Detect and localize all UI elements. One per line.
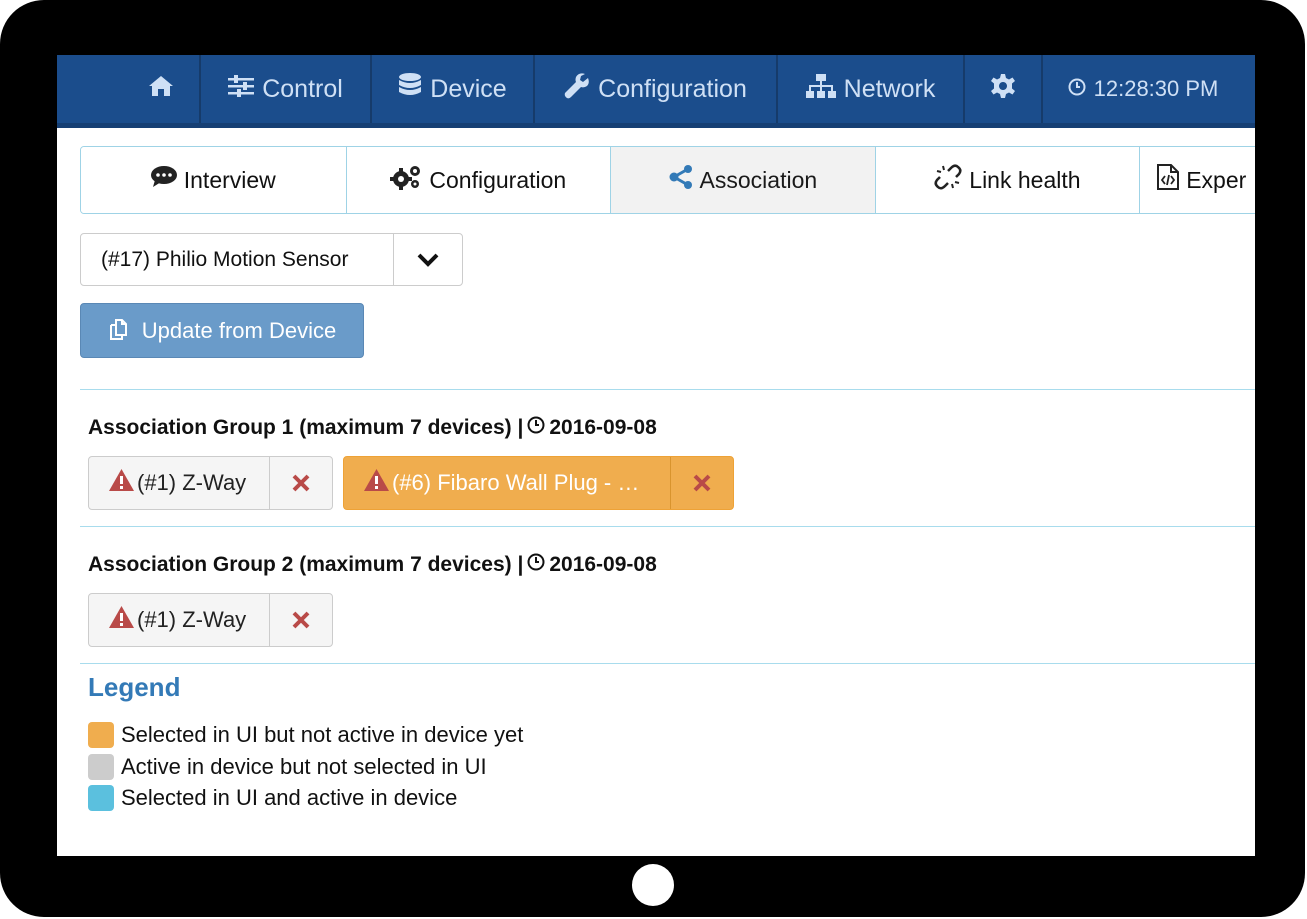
group-2-date: 2016-09-08 xyxy=(549,553,657,576)
tab-interview[interactable]: Interview xyxy=(81,147,347,213)
screen: Control Device Configuration Network 12:… xyxy=(57,55,1255,856)
chip-label-text: (#1) Z-Way xyxy=(137,607,247,632)
tablet-home-button xyxy=(632,864,674,906)
clock-icon xyxy=(527,416,545,440)
nav-device-label: Device xyxy=(430,74,507,103)
remove-icon[interactable] xyxy=(671,457,733,509)
tab-link-health-label: Link health xyxy=(969,166,1081,193)
update-from-device-button[interactable]: Update from Device xyxy=(80,303,364,358)
clock-time: 12:28:30 PM xyxy=(1093,76,1219,101)
top-navbar: Control Device Configuration Network 12:… xyxy=(57,55,1255,128)
chip-label: (#6) Fibaro Wall Plug - … xyxy=(344,457,671,509)
nav-configuration[interactable]: Configuration xyxy=(535,55,778,123)
legend-item: Selected in UI but not active in device … xyxy=(88,722,523,748)
divider xyxy=(80,663,1255,664)
tablet-frame: Control Device Configuration Network 12:… xyxy=(0,0,1305,917)
legend-swatch-blue xyxy=(88,785,114,811)
chip-label: (#1) Z-Way xyxy=(89,457,270,509)
sliders-icon xyxy=(228,74,255,104)
group-1-date: 2016-09-08 xyxy=(549,416,657,439)
device-select[interactable]: (#17) Philio Motion Sensor xyxy=(80,233,463,286)
copy-icon xyxy=(108,315,136,347)
legend-item-label: Active in device but not selected in UI xyxy=(121,754,487,779)
remove-icon[interactable] xyxy=(270,594,332,646)
chip-label-text: (#1) Z-Way xyxy=(137,470,247,495)
gear-icon xyxy=(991,73,1015,105)
navbar-stripe xyxy=(57,123,1255,128)
nav-home[interactable] xyxy=(123,55,201,123)
association-chip[interactable]: (#1) Z-Way xyxy=(88,593,333,647)
association-chip[interactable]: (#6) Fibaro Wall Plug - … xyxy=(343,456,734,510)
device-tabs: Interview Configuration Association Link… xyxy=(80,146,1255,214)
tab-configuration[interactable]: Configuration xyxy=(346,147,612,213)
legend-item-label: Selected in UI but not active in device … xyxy=(121,722,524,747)
group-2-title-text: Association Group 2 (maximum 7 devices) … xyxy=(88,553,524,576)
tab-link-health[interactable]: Link health xyxy=(875,147,1141,213)
wrench-icon xyxy=(564,72,590,106)
nav-network[interactable]: Network xyxy=(778,55,965,123)
nav-control[interactable]: Control xyxy=(201,55,372,123)
remove-icon[interactable] xyxy=(270,457,332,509)
legend-item: Active in device but not selected in UI xyxy=(88,754,487,780)
group-1-title-text: Association Group 1 (maximum 7 devices) … xyxy=(88,416,524,439)
legend-swatch-gray xyxy=(88,754,114,780)
group-1-title: Association Group 1 (maximum 7 devices) … xyxy=(88,416,657,440)
tab-expert-label: Exper xyxy=(1186,166,1247,193)
clock-icon xyxy=(527,553,545,577)
tab-configuration-label: Configuration xyxy=(429,166,567,193)
home-icon xyxy=(148,75,174,104)
divider xyxy=(80,526,1255,527)
tab-expert[interactable]: Exper xyxy=(1140,147,1255,213)
broken-link-icon xyxy=(934,164,962,196)
legend-item: Selected in UI and active in device xyxy=(88,785,457,811)
code-file-icon xyxy=(1157,164,1180,196)
association-chip[interactable]: (#1) Z-Way xyxy=(88,456,333,510)
nav-device[interactable]: Device xyxy=(372,55,535,123)
warning-icon xyxy=(108,468,135,498)
clock-icon xyxy=(1068,76,1086,102)
nav-control-label: Control xyxy=(262,74,343,103)
nav-network-label: Network xyxy=(843,74,936,103)
device-select-value: (#17) Philio Motion Sensor xyxy=(81,234,394,285)
chip-label-text: (#6) Fibaro Wall Plug - … xyxy=(392,470,640,495)
tab-association[interactable]: Association xyxy=(611,147,876,213)
warning-icon xyxy=(363,468,390,498)
comment-icon xyxy=(150,166,177,194)
nav-settings[interactable] xyxy=(965,55,1043,123)
chip-label: (#1) Z-Way xyxy=(89,594,270,646)
legend-item-label: Selected in UI and active in device xyxy=(121,785,458,810)
gears-icon xyxy=(390,164,422,196)
update-button-label: Update from Device xyxy=(141,317,337,343)
divider xyxy=(80,389,1255,390)
warning-icon xyxy=(108,605,135,635)
share-icon xyxy=(669,165,693,195)
nav-clock: 12:28:30 PM xyxy=(1043,55,1243,123)
legend-title: Legend xyxy=(88,672,181,702)
nav-configuration-label: Configuration xyxy=(598,74,747,103)
chevron-down-icon[interactable] xyxy=(394,234,462,285)
database-icon xyxy=(398,72,422,106)
tab-association-label: Association xyxy=(699,166,818,193)
tab-interview-label: Interview xyxy=(183,166,276,193)
legend-swatch-orange xyxy=(88,722,114,748)
sitemap-icon xyxy=(805,73,836,105)
group-2-title: Association Group 2 (maximum 7 devices) … xyxy=(88,553,657,577)
